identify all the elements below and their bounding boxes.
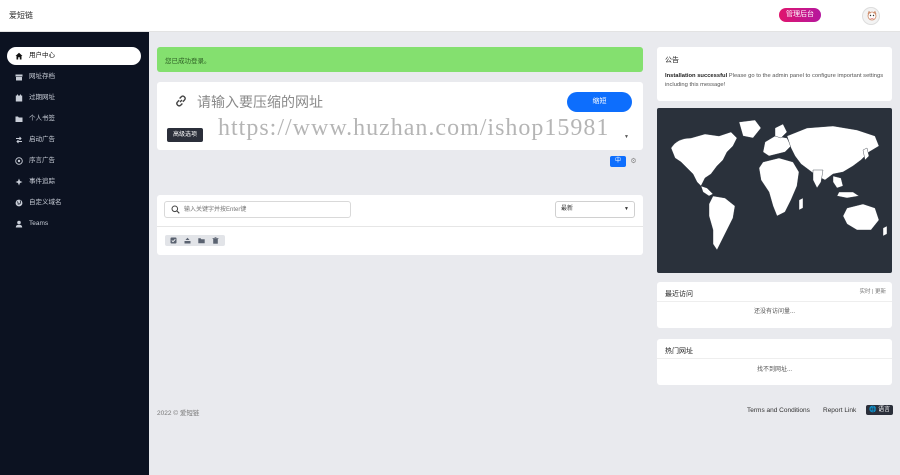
- admin-panel-button[interactable]: 管理后台: [779, 8, 821, 22]
- south-america-shape: [708, 195, 736, 251]
- brand-logo[interactable]: 爱短链: [9, 10, 33, 21]
- world-map-svg: [670, 119, 888, 251]
- footer-language-label: 语言: [878, 407, 891, 413]
- user-icon: [15, 220, 23, 228]
- announcement-body: Installation successful Please go to the…: [665, 72, 885, 90]
- sidebar-item-expired[interactable]: 过期网址: [7, 89, 141, 107]
- folder-icon: [15, 116, 23, 122]
- sidebar-item-label: Teams: [29, 220, 49, 227]
- india-shape: [812, 169, 824, 189]
- globe-icon: [15, 199, 23, 207]
- search-icon: [171, 205, 180, 214]
- divider: [657, 301, 892, 302]
- sidebar-item-label: 启动广告: [29, 136, 55, 143]
- australia-shape: [842, 203, 880, 231]
- language-zh-button[interactable]: 中: [610, 156, 626, 167]
- sidebar-item-label: 用户中心: [29, 52, 55, 59]
- recent-visits-empty: 还没有访问量...: [753, 309, 795, 315]
- sidebar-item-splash-ads[interactable]: 启动广告: [7, 131, 141, 149]
- indonesia-shape: [836, 191, 860, 199]
- announcement-bold: Installation successful: [665, 73, 728, 79]
- sidebar-item-archive[interactable]: 网址存档: [7, 68, 141, 86]
- sidebar-item-label: 序言广告: [29, 157, 55, 164]
- sidebar-item-bookmarks[interactable]: 个人书签: [7, 110, 141, 128]
- select-all-icon[interactable]: [170, 237, 177, 244]
- top-bar: 爱短链 管理后台: [0, 0, 900, 32]
- scandinavia-shape: [774, 123, 788, 139]
- africa-shape: [758, 157, 800, 217]
- alert-text: 您已成功登录。: [165, 58, 211, 65]
- divider: [657, 358, 892, 359]
- archive-icon: [15, 74, 23, 81]
- sidebar-item-tracking[interactable]: 事件追踪: [7, 173, 141, 191]
- home-icon: [15, 52, 23, 60]
- sort-select[interactable]: 最新 ▼: [555, 201, 635, 218]
- calendar-icon: [15, 94, 23, 102]
- sidebar-item-teams[interactable]: Teams: [7, 215, 141, 233]
- new-zealand-shape: [882, 225, 888, 237]
- sidebar-item-custom-domain[interactable]: 自定义域名: [7, 194, 141, 212]
- sidebar-item-label: 事件追踪: [29, 178, 55, 185]
- sidebar-item-overlay-ads[interactable]: 序言广告: [7, 152, 141, 170]
- popular-links-title: 热门网址: [665, 348, 693, 355]
- swap-icon: [16, 136, 22, 144]
- popular-links-card: 热门网址 找不到网址...: [657, 339, 892, 385]
- sidebar-item-label: 网址存档: [29, 73, 55, 80]
- announcement-title: 公告: [665, 57, 679, 64]
- footer-report-link[interactable]: Report Link: [823, 407, 856, 414]
- world-map[interactable]: [657, 108, 892, 273]
- chevron-down-icon[interactable]: ▼: [624, 134, 629, 140]
- link-icon: [176, 95, 186, 107]
- trash-icon[interactable]: [212, 237, 219, 244]
- footer-terms-link[interactable]: Terms and Conditions: [747, 407, 810, 414]
- north-america-shape: [670, 131, 738, 187]
- realtime-toggle[interactable]: 实时 | 更新: [860, 287, 887, 295]
- gear-icon[interactable]: ⚙: [628, 156, 639, 167]
- sidebar: 用户中心 网址存档 过期网址 个人书签 启动广告 序言广告 事件追踪 自定义域名…: [0, 32, 149, 475]
- watermark-text: https://www.huzhan.com/ishop15981: [218, 115, 610, 141]
- recent-visits-card: 最近访问 实时 | 更新 还没有访问量...: [657, 282, 892, 328]
- advanced-options-button[interactable]: 高级选项: [167, 128, 203, 142]
- southeast-asia-shape: [832, 175, 844, 189]
- divider: [157, 226, 643, 227]
- sidebar-item-label: 过期网址: [29, 94, 55, 101]
- sidebar-item-label: 个人书签: [29, 115, 55, 122]
- announcement-card: 公告 Installation successful Please go to …: [657, 47, 892, 101]
- sidebar-item-label: 自定义域名: [29, 199, 62, 206]
- europe-shape: [762, 135, 792, 157]
- footer-language-button[interactable]: 🌐 语言: [866, 405, 894, 415]
- bulk-actions-toolbar: [165, 235, 225, 246]
- sidebar-item-user-center[interactable]: 用户中心: [7, 47, 141, 65]
- archive-icon[interactable]: [184, 237, 191, 244]
- folder-icon[interactable]: [198, 237, 205, 244]
- chevron-down-icon: ▼: [624, 206, 629, 212]
- avatar-icon: [867, 10, 877, 21]
- greenland-shape: [738, 119, 762, 139]
- url-input[interactable]: [197, 92, 557, 112]
- popular-links-empty: 找不到网址...: [756, 367, 792, 373]
- success-alert: 您已成功登录。: [157, 47, 643, 72]
- avatar[interactable]: [862, 7, 880, 25]
- footer-copyright: 2022 © 爱短链: [157, 410, 200, 417]
- madagascar-shape: [798, 197, 804, 211]
- links-panel: 最新 ▼: [157, 195, 643, 255]
- search-input[interactable]: [184, 204, 344, 216]
- recent-visits-title: 最近访问: [665, 291, 693, 298]
- search-box: [164, 201, 351, 218]
- central-america-shape: [700, 185, 714, 197]
- shorten-button[interactable]: 缩短: [567, 92, 632, 112]
- target-icon: [15, 157, 23, 165]
- sort-value: 最新: [561, 206, 574, 212]
- crosshair-icon: [15, 178, 23, 186]
